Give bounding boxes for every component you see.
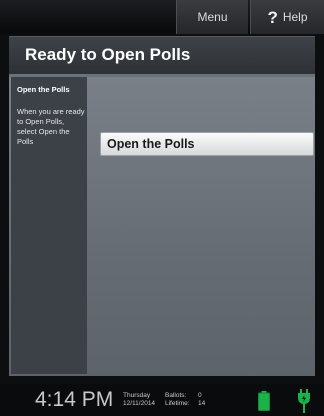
ballots-count: 0 <box>198 392 202 399</box>
main-panel: Ready to Open Polls Open the Polls When … <box>9 36 315 376</box>
menu-button[interactable]: Menu <box>176 0 248 34</box>
lifetime-count: 14 <box>198 400 206 407</box>
open-polls-label: Open the Polls <box>107 137 195 151</box>
date: 12/11/2014 <box>123 400 156 407</box>
sidebar-instruction: When you are ready to Open Polls, select… <box>17 107 85 146</box>
content-area: Open the Polls When you are ready to Ope… <box>9 77 315 376</box>
clock-time: 4:14 PM <box>35 388 114 411</box>
help-button[interactable]: ? Help <box>250 0 324 34</box>
page-title: Ready to Open Polls <box>25 45 191 64</box>
instructions-sidebar: Open the Polls When you are ready to Ope… <box>11 77 87 374</box>
power-plug-icon <box>298 389 310 413</box>
help-label: Help <box>282 10 308 24</box>
device-screen: Menu ? Help Ready to Open Polls Open the… <box>0 0 324 416</box>
sidebar-heading: Open the Polls <box>17 85 70 94</box>
lifetime-label: Lifetime: <box>165 400 190 407</box>
help-icon: ? <box>267 7 278 27</box>
menu-label: Menu <box>197 10 228 24</box>
title-bar: Ready to Open Polls <box>9 36 315 74</box>
ballot-counts: Ballots: 0 Lifetime: 14 <box>165 392 205 408</box>
date-display: Thursday 12/11/2014 <box>123 392 155 408</box>
top-bar: Menu ? Help <box>0 0 324 34</box>
status-bar: 4:14 PM Thursday 12/11/2014 Ballots: 0 Li… <box>0 384 324 416</box>
day-of-week: Thursday <box>123 392 151 399</box>
open-polls-button[interactable]: Open the Polls <box>100 132 314 156</box>
battery-full-icon <box>258 391 270 411</box>
ballots-label: Ballots: <box>165 392 187 399</box>
